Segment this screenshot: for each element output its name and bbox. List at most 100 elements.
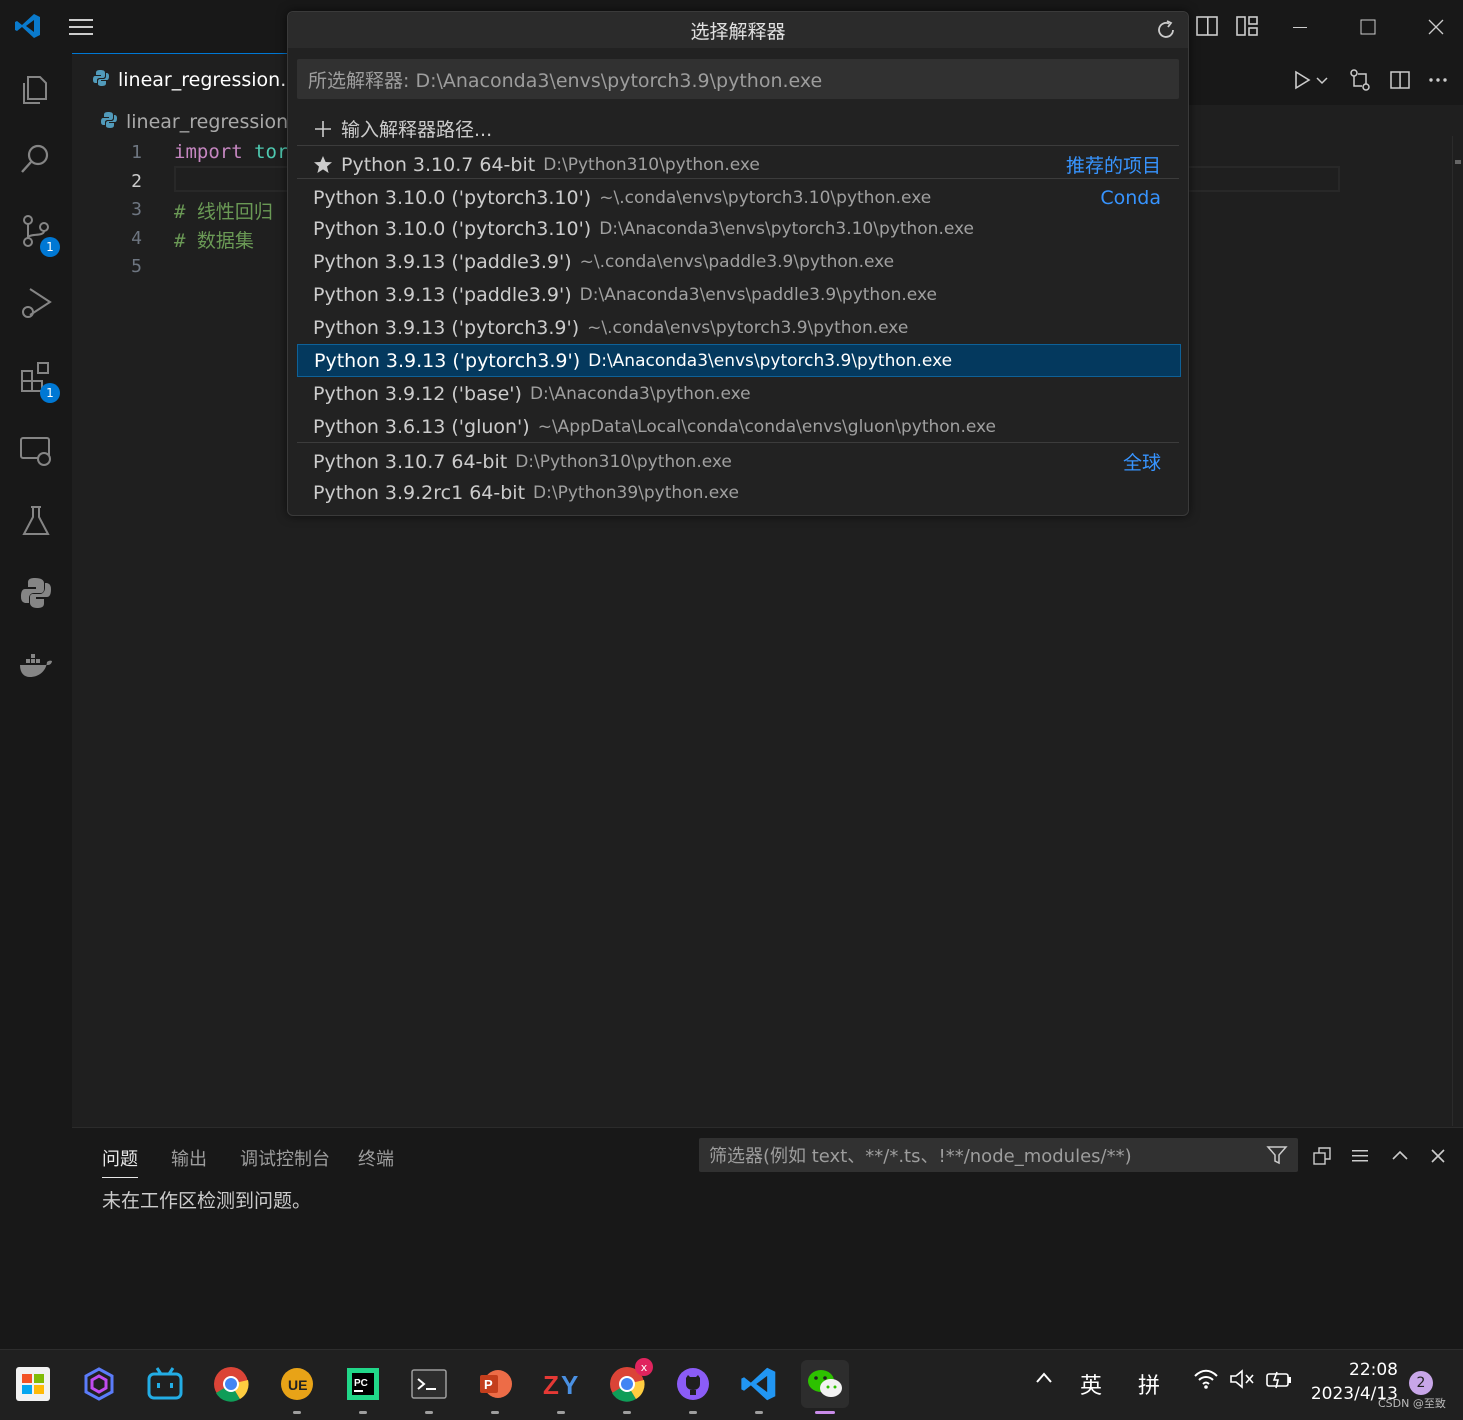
separator [297,178,1179,179]
interpreter-item[interactable]: Python 3.6.13 ('gluon') ~\AppData\Local\… [297,410,1181,443]
ultraedit-icon[interactable]: UE [273,1360,321,1414]
tab-debug-console[interactable]: 调试控制台 [240,1145,330,1177]
svg-text:Y: Y [561,1370,578,1399]
source-control-icon[interactable]: 1 [14,209,60,257]
python-icon[interactable] [14,571,58,615]
close-panel-icon[interactable] [1424,1142,1452,1170]
group-label-global: 全球 [1122,452,1161,474]
search-icon[interactable] [14,137,58,181]
bilibili-icon[interactable] [141,1360,189,1408]
plus-icon [313,119,333,139]
tab-problems[interactable]: 问题 [102,1145,138,1178]
running-indicator [689,1411,697,1414]
vscode-taskbar-icon[interactable] [735,1360,783,1414]
run-dropdown-chevron-icon[interactable] [1310,62,1334,98]
problems-message: 未在工作区检测到问题。 [102,1190,312,1212]
input-language-indicator[interactable]: 英 [1080,1368,1102,1400]
volume-muted-icon[interactable] [1229,1368,1255,1396]
scm-badge: 1 [40,237,60,257]
interpreter-label: Python 3.6.13 ('gluon') [313,415,530,438]
interpreter-path: D:\Anaconda3\envs\pytorch3.9\python.exe [588,350,953,371]
chrome-profile-icon[interactable]: x [603,1358,653,1414]
powerpoint-icon[interactable]: P [471,1360,519,1414]
star-icon [313,155,333,175]
running-indicator [623,1411,631,1414]
svg-text:Z: Z [543,1370,559,1399]
interpreter-item[interactable]: Python 3.9.2rc1 64-bit D:\Python39\pytho… [297,476,1181,509]
breadcrumb[interactable]: linear_regression.p [100,108,306,136]
running-indicator [425,1411,433,1414]
line-number: 1 [131,142,142,163]
minimize-button[interactable] [1278,8,1322,46]
interpreter-item[interactable]: Python 3.9.13 ('pytorch3.9') ~\.conda\en… [297,311,1181,344]
clock-time: 22:08 [1349,1360,1398,1380]
explorer-icon[interactable] [14,67,58,111]
python-file-icon [92,69,110,92]
interpreter-quick-pick: 选择解释器 所选解释器: D:\Anaconda3\envs\pytorch3.… [287,11,1189,516]
active-indicator [815,1411,835,1414]
filter-icon[interactable] [1266,1144,1288,1171]
interpreter-item[interactable]: Python 3.9.13 ('paddle3.9') ~\.conda\env… [297,245,1181,278]
customize-layout-icon[interactable] [1234,13,1260,43]
pycharm-icon[interactable]: PC [339,1360,387,1414]
github-desktop-icon[interactable] [669,1360,717,1414]
interpreter-label: Python 3.10.0 ('pytorch3.10') [313,186,592,209]
terminal-icon[interactable] [405,1360,453,1414]
interpreter-item[interactable]: Python 3.10.0 ('pytorch3.10') D:\Anacond… [297,212,1181,245]
docker-icon[interactable] [14,643,58,687]
interpreter-input[interactable]: 所选解释器: D:\Anaconda3\envs\pytorch3.9\pyth… [297,59,1179,99]
quick-pick-title: 选择解释器 [288,12,1188,48]
module-name: tor [254,141,289,163]
maximize-panel-chevron-up-icon[interactable] [1386,1142,1414,1170]
show-hidden-icons-chevron-up-icon[interactable] [1034,1368,1054,1394]
line-number: 5 [131,256,142,277]
testing-icon[interactable] [14,499,58,543]
interpreter-path: D:\Anaconda3\envs\paddle3.9\python.exe [579,284,937,305]
split-editor-icon[interactable] [1382,62,1418,98]
extensions-icon[interactable]: 1 [14,355,60,403]
editor-scrollbar[interactable] [1452,136,1463,1126]
view-as-list-icon[interactable] [1346,1142,1374,1170]
interpreter-item[interactable]: Python 3.10.7 64-bit D:\Python310\python… [297,148,1181,181]
compare-changes-icon[interactable] [1342,62,1378,98]
interpreter-item[interactable]: Python 3.10.0 ('pytorch3.10') ~\.conda\e… [297,181,1181,214]
separator [297,442,1179,443]
enter-interpreter-path-item[interactable]: 输入解释器路径... [297,112,1181,145]
interpreter-input-value: 所选解释器: D:\Anaconda3\envs\pytorch3.9\pyth… [308,69,823,92]
maximize-button[interactable] [1346,8,1390,46]
layout-sidebar-icon[interactable] [1194,13,1220,43]
watermark: CSDN @至致 [1378,1397,1446,1410]
tab-terminal[interactable]: 终端 [358,1145,394,1177]
start-windows-icon[interactable] [9,1360,57,1408]
remote-explorer-icon[interactable] [14,429,58,473]
refresh-icon[interactable] [1154,18,1178,47]
interpreter-label: Python 3.9.2rc1 64-bit [313,481,526,504]
interpreter-path: D:\Python39\python.exe [533,482,739,503]
interpreter-item[interactable]: Python 3.10.7 64-bit D:\Python310\python… [297,445,1181,478]
code-comment-1: # 线性回归 [174,201,273,223]
interpreter-item[interactable]: Python 3.9.12 ('base') D:\Anaconda3\pyth… [297,377,1181,410]
run-debug-icon[interactable] [14,281,58,325]
battery-icon[interactable] [1265,1368,1293,1396]
wifi-icon[interactable] [1193,1368,1219,1396]
quick-pick-title-text: 选择解释器 [690,20,786,43]
close-window-button[interactable] [1414,8,1458,46]
wechat-icon[interactable] [801,1360,849,1414]
zy-app-icon[interactable]: ZY [537,1360,585,1414]
hex-app-icon[interactable] [75,1360,123,1408]
chrome-icon[interactable] [207,1360,255,1408]
copy-icon[interactable] [1308,1142,1336,1170]
extensions-badge: 1 [40,383,60,403]
interpreter-item-selected[interactable]: Python 3.9.13 ('pytorch3.9') D:\Anaconda… [297,344,1181,377]
interpreter-item[interactable]: Python 3.9.13 ('paddle3.9') D:\Anaconda3… [297,278,1181,311]
more-actions-icon[interactable] [1420,62,1456,98]
vscode-logo-icon [14,12,42,44]
running-indicator [359,1411,367,1414]
line-number: 4 [131,228,142,249]
menu-icon[interactable] [66,14,96,40]
ime-mode-indicator[interactable]: 拼 [1138,1368,1160,1400]
problems-filter-input[interactable]: 筛选器(例如 text、**/*.ts、!**/node_modules/**) [699,1138,1298,1172]
interpreter-path: D:\Python310\python.exe [515,451,732,472]
notification-count-badge[interactable]: 2 [1409,1371,1433,1395]
tab-output[interactable]: 输出 [171,1145,207,1177]
